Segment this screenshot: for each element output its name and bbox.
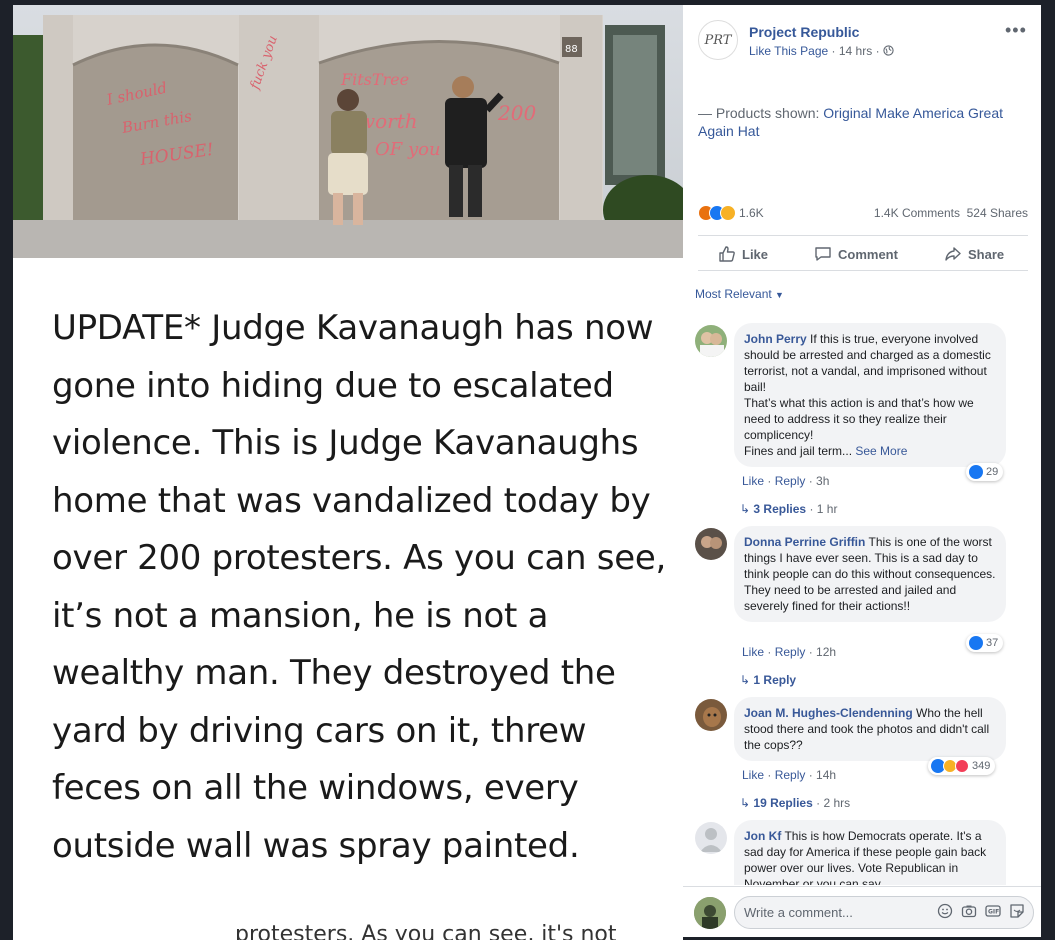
- comment-time[interactable]: 14h: [816, 768, 836, 782]
- comment-like-link[interactable]: Like: [742, 768, 764, 782]
- caret-down-icon: ▼: [775, 290, 784, 300]
- commenter-avatar[interactable]: [695, 699, 727, 731]
- comment-list: John Perry If this is true, everyone inv…: [683, 320, 1041, 885]
- more-options-icon[interactable]: •••: [1005, 20, 1027, 41]
- caption-bleed-text: protesters. As you can see, it's not: [235, 922, 617, 940]
- view-replies[interactable]: ↳ 19 Replies · 2 hrs: [740, 796, 850, 810]
- reply-arrow-icon: ↳: [740, 796, 751, 810]
- comment-text-line2: That’s what this action is and that’s ho…: [744, 396, 974, 442]
- sort-label: Most Relevant: [695, 287, 772, 301]
- camera-icon[interactable]: [960, 903, 977, 920]
- comment-bubble: Donna Perrine Griffin This is one of the…: [734, 526, 1006, 622]
- comment-reactions[interactable]: 37: [966, 634, 1004, 652]
- svg-text:GIF: GIF: [988, 909, 999, 916]
- post-time[interactable]: 14 hrs: [839, 44, 872, 58]
- comment-actions: Like · Reply · 14h: [742, 768, 837, 782]
- like-button[interactable]: Like: [718, 245, 768, 263]
- sticker-icon[interactable]: [1008, 903, 1025, 920]
- products-shown: — Products shown: Original Make America …: [698, 104, 1028, 140]
- commenter-name[interactable]: John Perry: [744, 332, 807, 346]
- globe-icon: [883, 44, 894, 58]
- view-replies[interactable]: ↳ 1 Reply: [740, 673, 796, 687]
- commenter-avatar[interactable]: [695, 325, 727, 357]
- comment-bubble: John Perry If this is true, everyone inv…: [734, 323, 1006, 467]
- commenter-avatar[interactable]: [695, 822, 727, 854]
- replies-link[interactable]: 3 Replies: [753, 502, 806, 516]
- commenter-name[interactable]: Donna Perrine Griffin: [744, 535, 865, 549]
- comment-reactions[interactable]: 29: [966, 463, 1004, 481]
- comment-text: This is how Democrats operate. It's a sa…: [744, 829, 987, 885]
- replies-time: 2 hrs: [823, 796, 851, 810]
- reply-arrow-icon: ↳: [740, 673, 751, 687]
- share-icon: [945, 247, 961, 261]
- comment-actions: Like · Reply · 12h: [742, 645, 837, 659]
- comment-reaction-count: 37: [986, 637, 999, 649]
- view-replies[interactable]: ↳ 3 Replies · 1 hr: [740, 502, 837, 516]
- reply-arrow-icon: ↳: [740, 502, 751, 516]
- sort-comments-dropdown[interactable]: Most Relevant ▼: [695, 287, 784, 301]
- post-caption: UPDATE* Judge Kavanaugh has now gone int…: [52, 308, 666, 866]
- page-avatar[interactable]: PRT: [698, 20, 738, 60]
- write-comment-bar: Write a comment... GIF: [683, 886, 1041, 937]
- comment-reaction-count: 29: [986, 466, 999, 478]
- replies-link[interactable]: 1 Reply: [753, 673, 796, 687]
- comment-reactions[interactable]: 349: [928, 757, 996, 775]
- reaction-count: 1.6K: [739, 206, 764, 220]
- comment-text-line3: Fines and jail term...: [744, 444, 856, 458]
- comment-reply-link[interactable]: Reply: [775, 768, 806, 782]
- comment-input-placeholder: Write a comment...: [744, 905, 853, 920]
- post-image[interactable]: 88 I should Burn this HOUSE! fuck you Fi…: [13, 5, 683, 940]
- see-more-link[interactable]: See More: [855, 444, 907, 458]
- house-photo: 88 I should Burn this HOUSE! fuck you Fi…: [13, 5, 683, 258]
- comment-like-link[interactable]: Like: [742, 645, 764, 659]
- comment-bubble: Joan M. Hughes-Clendenning Who the hell …: [734, 697, 1006, 761]
- current-user-avatar[interactable]: [694, 897, 726, 929]
- page-name-link[interactable]: Project Republic: [749, 24, 859, 40]
- like-reaction-icon: [969, 636, 983, 650]
- comment-reply-link[interactable]: Reply: [775, 474, 806, 488]
- commenter-name[interactable]: Joan M. Hughes-Clendenning: [744, 706, 913, 720]
- replies-link[interactable]: 19 Replies: [753, 796, 812, 810]
- house-number: 88: [565, 44, 578, 55]
- like-label: Like: [742, 246, 769, 262]
- comment-icon: [815, 247, 831, 261]
- like-page-link[interactable]: Like This Page: [749, 44, 828, 58]
- gif-icon[interactable]: GIF: [984, 903, 1001, 920]
- love-reaction-icon: [955, 759, 969, 773]
- commenter-name[interactable]: Jon Kf: [744, 829, 781, 843]
- commenter-avatar[interactable]: [695, 528, 727, 560]
- replies-time: 1 hr: [816, 502, 838, 516]
- caption-image-area: UPDATE* Judge Kavanaugh has now gone int…: [13, 258, 683, 940]
- comments-shares-count[interactable]: 1.4K Comments 524 Shares: [874, 206, 1028, 220]
- post-meta: Like This Page · 14 hrs ·: [749, 44, 894, 58]
- comment-time[interactable]: 12h: [816, 645, 836, 659]
- comment-bubble: Jon Kf This is how Democrats operate. It…: [734, 820, 1006, 885]
- comment-like-link[interactable]: Like: [742, 474, 764, 488]
- svg-text:FitsTree: FitsTree: [340, 70, 409, 89]
- share-button[interactable]: Share: [944, 245, 1004, 263]
- post-action-bar: Like Comment Share: [698, 235, 1028, 271]
- page-logo-text: PRT: [704, 32, 732, 48]
- share-label: Share: [968, 246, 1005, 262]
- svg-text:200: 200: [497, 101, 536, 125]
- emoji-icon[interactable]: [936, 903, 953, 920]
- reaction-summary[interactable]: 1.6K 1.4K Comments 524 Shares: [698, 205, 1028, 223]
- comment-button[interactable]: Comment: [814, 245, 898, 263]
- products-prefix: — Products shown:: [698, 105, 824, 121]
- svg-text:OF you: OF you: [375, 139, 441, 160]
- comment-reply-link[interactable]: Reply: [775, 645, 806, 659]
- comment-label: Comment: [838, 246, 898, 262]
- comment-time[interactable]: 3h: [816, 474, 829, 488]
- post-panel: PRT Project Republic Like This Page · 14…: [683, 5, 1041, 937]
- comment-reaction-count: 349: [972, 760, 991, 772]
- sad-reaction-icon: [720, 205, 736, 221]
- like-reaction-icon: [969, 465, 983, 479]
- thumbs-up-icon: [719, 246, 735, 262]
- comment-actions: Like · Reply · 3h: [742, 474, 830, 488]
